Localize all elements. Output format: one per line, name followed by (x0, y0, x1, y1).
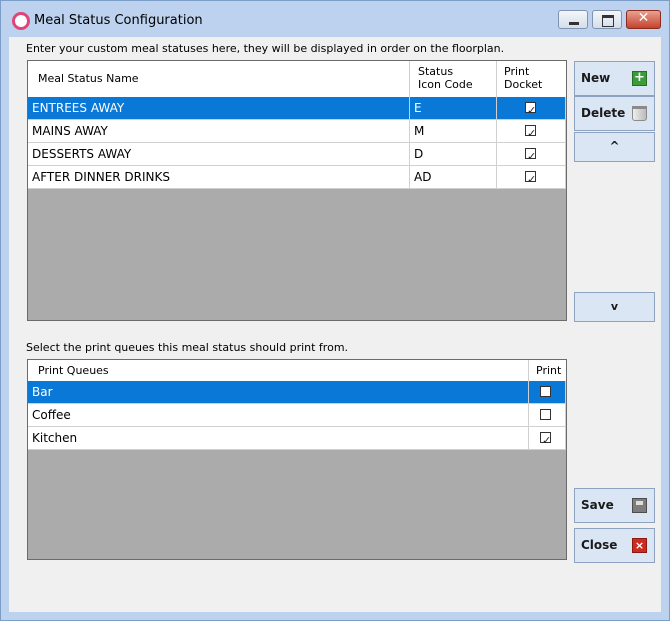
window-title: Meal Status Configuration (34, 13, 203, 28)
plus-icon: + (632, 71, 647, 86)
print-queue-print-cell[interactable] (529, 404, 566, 427)
meal-status-name-cell[interactable]: MAINS AWAY (28, 120, 410, 143)
checkmark-icon: ✓ (527, 127, 537, 140)
col-header-print-line2: Docket (504, 78, 543, 91)
statuses-caption: Enter your custom meal statuses here, th… (26, 42, 505, 55)
status-code-cell[interactable]: E (410, 97, 497, 120)
print-queue-row[interactable]: Coffee (28, 404, 566, 427)
meal-status-name-cell[interactable]: DESSERTS AWAY (28, 143, 410, 166)
print-docket-cell[interactable]: ✓ (497, 97, 566, 120)
checkmark-icon: ✓ (527, 150, 537, 163)
save-button[interactable]: Save (574, 488, 655, 523)
checkbox-checked[interactable]: ✓ (525, 171, 536, 186)
new-button[interactable]: New + (574, 61, 655, 96)
x-icon: × (632, 538, 647, 553)
meal-status-header: Meal Status Name Status Icon Code Print … (28, 61, 566, 97)
col-header-code-line1: Status (418, 65, 454, 78)
meal-status-grid[interactable]: Meal Status Name Status Icon Code Print … (27, 60, 567, 321)
trash-icon (632, 106, 647, 121)
meal-status-name-cell[interactable]: AFTER DINNER DRINKS (28, 166, 410, 189)
checkbox-checked[interactable]: ✓ (525, 148, 536, 163)
maximize-icon (602, 15, 614, 27)
print-queue-name-cell[interactable]: Coffee (28, 404, 529, 427)
status-code-cell[interactable]: AD (410, 166, 497, 189)
checkbox-unchecked[interactable] (540, 386, 551, 397)
meal-status-name-cell[interactable]: ENTREES AWAY (28, 97, 410, 120)
app-ring-icon (12, 12, 30, 30)
col-header-queue[interactable]: Print Queues (28, 360, 529, 381)
print-docket-cell[interactable]: ✓ (497, 143, 566, 166)
close-button[interactable]: Close × (574, 528, 655, 563)
col-header-code[interactable]: Status Icon Code (410, 61, 497, 97)
checkmark-icon: ✓ (542, 434, 552, 447)
checkbox-checked[interactable]: ✓ (525, 102, 536, 117)
client-area: Enter your custom meal statuses here, th… (9, 37, 661, 612)
meal-status-row[interactable]: AFTER DINNER DRINKS AD ✓ (28, 166, 566, 189)
col-header-print-line1: Print (504, 65, 530, 78)
print-queue-row[interactable]: Bar (28, 381, 566, 404)
print-queues-grid[interactable]: Print Queues Print Bar Coffee Kitchen ✓ (27, 359, 567, 560)
checkbox-checked[interactable]: ✓ (525, 125, 536, 140)
col-header-print[interactable]: Print Docket (497, 61, 566, 97)
checkbox-unchecked[interactable] (540, 409, 551, 420)
window-close-button[interactable]: ✕ (626, 10, 661, 29)
print-queue-name-cell[interactable]: Kitchen (28, 427, 529, 450)
close-button-label: Close (581, 538, 618, 552)
move-down-button[interactable]: v (574, 292, 655, 322)
minimize-button[interactable] (558, 10, 588, 29)
save-button-label: Save (581, 498, 614, 512)
new-button-label: New (581, 71, 611, 85)
meal-status-row[interactable]: DESSERTS AWAY D ✓ (28, 143, 566, 166)
status-code-cell[interactable]: M (410, 120, 497, 143)
col-header-name[interactable]: Meal Status Name (28, 61, 410, 97)
print-docket-cell[interactable]: ✓ (497, 120, 566, 143)
move-up-label: ^ (609, 139, 620, 153)
checkmark-icon: ✓ (527, 173, 537, 186)
checkmark-icon: ✓ (527, 104, 537, 117)
status-code-cell[interactable]: D (410, 143, 497, 166)
print-queue-print-cell[interactable]: ✓ (529, 427, 566, 450)
meal-status-row[interactable]: ENTREES AWAY E ✓ (28, 97, 566, 120)
meal-status-row[interactable]: MAINS AWAY M ✓ (28, 120, 566, 143)
title-bar[interactable]: Meal Status Configuration ✕ (1, 1, 669, 37)
print-queue-print-cell[interactable] (529, 381, 566, 404)
delete-button-label: Delete (581, 106, 626, 120)
col-header-code-line2: Icon Code (418, 78, 473, 91)
queues-caption: Select the print queues this meal status… (26, 341, 349, 354)
maximize-button[interactable] (592, 10, 622, 29)
checkbox-checked[interactable]: ✓ (540, 432, 551, 447)
col-header-queue-print[interactable]: Print (529, 360, 566, 381)
close-icon: ✕ (637, 10, 650, 26)
print-docket-cell[interactable]: ✓ (497, 166, 566, 189)
delete-button[interactable]: Delete (574, 96, 655, 131)
disk-icon (632, 498, 647, 513)
print-queues-header: Print Queues Print (28, 360, 566, 381)
print-queue-row[interactable]: Kitchen ✓ (28, 427, 566, 450)
print-queue-name-cell[interactable]: Bar (28, 381, 529, 404)
move-up-button[interactable]: ^ (574, 132, 655, 162)
minimize-icon (569, 22, 579, 25)
meal-status-window: Meal Status Configuration ✕ Enter your c… (0, 0, 670, 621)
move-down-label: v (610, 300, 619, 313)
